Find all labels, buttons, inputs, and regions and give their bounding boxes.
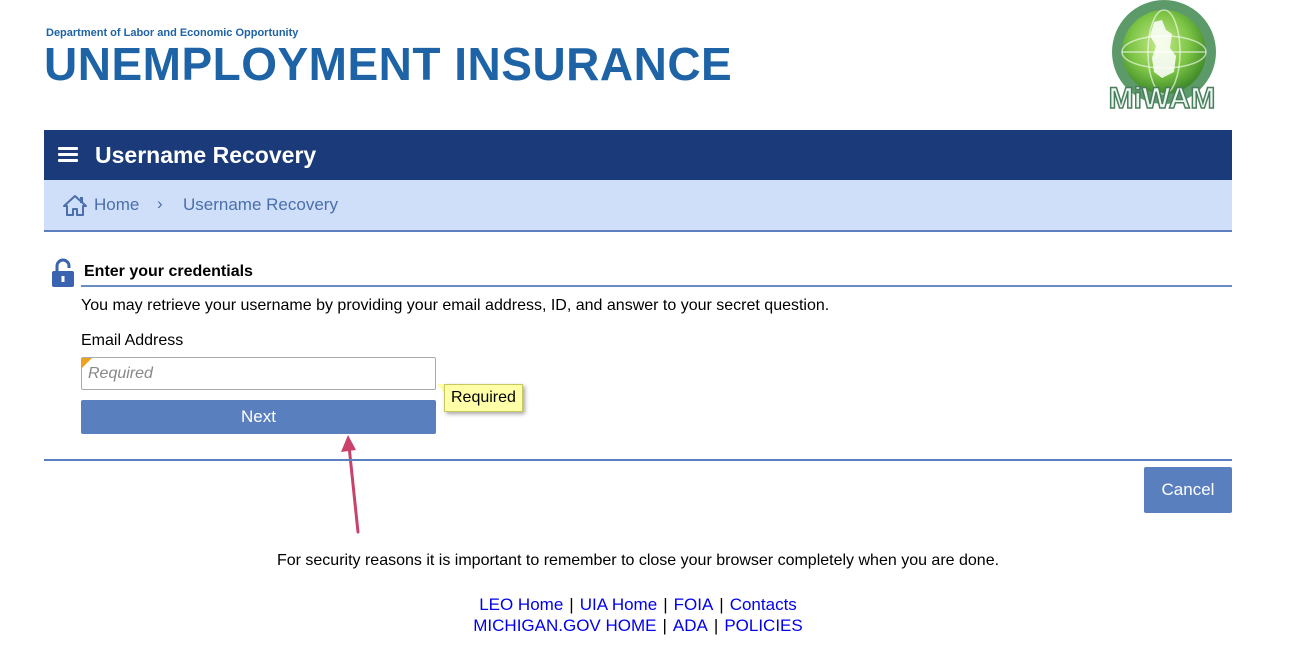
- footer-row-1: LEO Home | UIA Home | FOIA | Contacts: [479, 595, 797, 614]
- page-titlebar: Username Recovery: [44, 130, 1232, 180]
- contacts-link[interactable]: Contacts: [730, 595, 797, 614]
- next-button[interactable]: Next: [81, 400, 436, 434]
- cancel-button[interactable]: Cancel: [1144, 467, 1232, 513]
- hamburger-menu-icon[interactable]: [58, 147, 78, 163]
- foia-link[interactable]: FOIA: [674, 595, 714, 614]
- breadcrumb-home-link[interactable]: Home: [94, 195, 139, 215]
- section-heading: Enter your credentials: [84, 263, 253, 280]
- security-notice: For security reasons it is important to …: [276, 552, 1000, 569]
- page-title: Username Recovery: [95, 142, 317, 168]
- uia-home-link[interactable]: UIA Home: [580, 595, 657, 614]
- home-icon[interactable]: [63, 194, 87, 216]
- email-field[interactable]: [81, 357, 436, 390]
- footer-links: LEO Home | UIA Home | FOIA | Contacts MICHIGAN…: [0, 594, 1276, 636]
- bottom-divider: [44, 459, 1232, 461]
- policies-link[interactable]: POLICIES: [724, 616, 802, 635]
- breadcrumb-current: Username Recovery: [183, 195, 338, 214]
- instructions-text: You may retrieve your username by provid…: [81, 297, 830, 314]
- miwam-logo[interactable]: MiWAM: [1092, 0, 1232, 116]
- required-indicator: [82, 358, 92, 368]
- annotation-arrow: [341, 435, 360, 534]
- lock-icon: [52, 258, 74, 287]
- michigan-gov-home-link[interactable]: MICHIGAN.GOV HOME: [473, 616, 656, 635]
- footer-row-2: MICHIGAN.GOV HOME | ADA | POLICIES: [473, 616, 803, 635]
- email-label: Email Address: [81, 332, 184, 349]
- breadcrumb-separator: ›: [157, 194, 163, 213]
- page-header-title: UNEMPLOYMENT INSURANCE: [44, 38, 733, 90]
- section-divider: [81, 285, 1232, 287]
- breadcrumb: Home › Username Recovery: [44, 180, 1232, 232]
- required-tooltip: Required: [444, 384, 523, 412]
- logo-wordmark: MiWAM: [1109, 82, 1216, 115]
- leo-home-link[interactable]: LEO Home: [479, 595, 563, 614]
- ada-link[interactable]: ADA: [673, 616, 708, 635]
